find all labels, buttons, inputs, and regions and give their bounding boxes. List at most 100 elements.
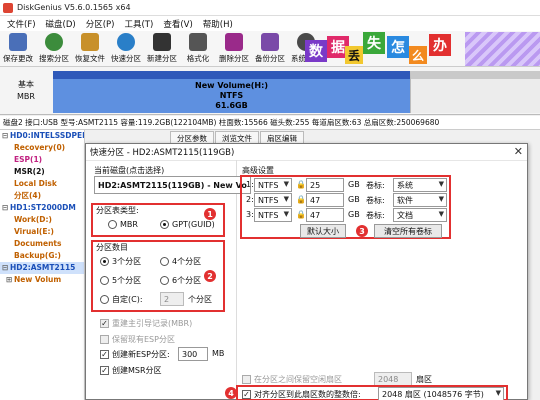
radio-circle [108, 220, 117, 229]
menu-help[interactable]: 帮助(H) [198, 18, 238, 30]
size-value: 47 [310, 210, 321, 220]
tree-item-partition4[interactable]: 分区(4) [0, 190, 84, 202]
clear-labels-button[interactable]: 清空所有卷标 [374, 224, 442, 238]
menu-partition[interactable]: 分区(P) [81, 18, 120, 30]
new-partition-button[interactable]: 新建分区 [144, 31, 180, 67]
recover-file-icon [81, 33, 99, 51]
tree-item-recovery[interactable]: Recovery(0) [0, 142, 84, 154]
quick-partition-button[interactable]: 快速分区 [108, 31, 144, 67]
lock-icon[interactable]: 🔒 [296, 210, 306, 220]
ad-char: 失 [363, 32, 385, 54]
count-6-radio[interactable]: 6个分区 [160, 275, 201, 286]
esp-size-unit: MB [212, 349, 225, 358]
tree-item-backup[interactable]: Backup(G:) [0, 250, 84, 262]
tree-item-documents[interactable]: Documents [0, 238, 84, 250]
mbr-radio[interactable]: MBR [108, 220, 138, 229]
close-icon[interactable]: ✕ [514, 145, 523, 158]
create-esp-checkbox[interactable]: ✓ 创建新ESP分区: [100, 349, 170, 360]
menu-disk[interactable]: 磁盘(D) [41, 18, 81, 30]
ad-char: 数 [305, 40, 327, 62]
chevron-down-icon: ▼ [283, 210, 289, 218]
menu-view[interactable]: 查看(V) [158, 18, 197, 30]
default-size-button[interactable]: 默认大小 [300, 224, 346, 238]
free-space-checkbox[interactable]: 在分区之间保留空闲扇区 [242, 374, 342, 385]
tree-item-local-disk[interactable]: Local Disk [0, 178, 84, 190]
fs-select-3[interactable]: NTFS ▼ [254, 208, 292, 222]
gpt-radio[interactable]: GPT(GUID) [160, 220, 215, 229]
recover-file-button[interactable]: 恢复文件 [72, 31, 108, 67]
app-logo-icon [3, 2, 13, 13]
backup-partition-button[interactable]: 备份分区 [252, 31, 288, 67]
collapse-icon[interactable]: ⊟ [2, 262, 10, 274]
format-button[interactable]: 格式化 [180, 31, 216, 67]
quick-partition-label: 快速分区 [111, 54, 141, 63]
volume-label-select-2[interactable]: 软件 ▼ [393, 193, 447, 207]
lock-icon[interactable]: 🔒 [296, 180, 306, 190]
tree-item-hd2[interactable]: ⊟ HD2:ASMT2115 [0, 262, 84, 274]
collapse-icon[interactable]: ⊟ [2, 130, 10, 142]
search-partition-label: 搜索分区 [39, 54, 69, 63]
current-disk-selector[interactable]: HD2:ASMT2115(119GB) - New Vo [94, 176, 251, 194]
rebuild-mbr-checkbox[interactable]: ✓ 重建主引导记录(MBR) [100, 318, 192, 329]
delete-partition-button[interactable]: 删除分区 [216, 31, 252, 67]
tree-item-virual[interactable]: Virual(E:) [0, 226, 84, 238]
size-value: 47 [310, 195, 321, 205]
align-checkbox[interactable]: ✓ 对齐分区到此扇区数的整数倍: [242, 389, 361, 400]
partition-table-label: 分区表类型: [96, 206, 139, 215]
esp-size-input[interactable]: 300 [178, 347, 208, 361]
expand-icon[interactable]: ⊞ [6, 274, 14, 286]
tree-item-label: HD1:ST2000DM [10, 203, 76, 212]
radio-circle [160, 257, 169, 266]
align-select[interactable]: 2048 扇区 (1048576 字节) ▼ [378, 387, 504, 400]
collapse-icon[interactable]: ⊟ [2, 202, 10, 214]
align-label: 对齐分区到此扇区数的整数倍: [254, 390, 361, 399]
tree-item-esp[interactable]: ESP(1) [0, 154, 84, 166]
disk-map-bar: 基本 MBR New Volume(H:) NTFS 61.6GB [0, 67, 540, 115]
volume-block[interactable]: New Volume(H:) NTFS 61.6GB [53, 71, 410, 113]
create-esp-label: 创建新ESP分区: [112, 350, 170, 359]
marker-3: 3 [356, 225, 368, 237]
search-partition-button[interactable]: 搜索分区 [36, 31, 72, 67]
tree-item-msr[interactable]: MSR(2) [0, 166, 84, 178]
lock-icon[interactable]: 🔒 [296, 195, 306, 205]
fs-select-1[interactable]: NTFS ▼ [254, 178, 292, 192]
count-radio-label: 6个分区 [172, 276, 202, 285]
dialog-title: 快速分区 - HD2:ASMT2115(119GB) [90, 148, 235, 158]
title-bar: DiskGenius V5.6.0.1565 x64 [0, 0, 540, 16]
radio-circle [100, 257, 109, 266]
create-msr-checkbox[interactable]: ✓ 创建MSR分区 [100, 365, 162, 376]
volume-label-select-1[interactable]: 系统 ▼ [393, 178, 447, 192]
menu-tools[interactable]: 工具(T) [119, 18, 158, 30]
tree-item-label: ESP(1) [14, 155, 43, 164]
checkbox-box [242, 375, 251, 384]
count-5-radio[interactable]: 5个分区 [100, 275, 141, 286]
size-input-2[interactable]: 47 [306, 193, 344, 207]
size-input-1[interactable]: 25 [306, 178, 344, 192]
ad-banner[interactable]: 数 据 丢 失 怎 么 办 [305, 32, 540, 66]
volume-label-caption: 卷标: [366, 196, 385, 205]
custom-count-unit: 个分区 [188, 295, 212, 304]
rebuild-mbr-label: 重建主引导记录(MBR) [112, 319, 193, 328]
free-space-input[interactable]: 2048 [374, 372, 412, 386]
custom-count-select[interactable]: 2 [160, 292, 184, 306]
partition-count-label: 分区数目 [96, 243, 128, 252]
tree-item-hd1[interactable]: ⊟ HD1:ST2000DM [0, 202, 84, 214]
format-label: 格式化 [186, 54, 210, 63]
save-button[interactable]: 保存更改 [0, 31, 36, 67]
count-4-radio[interactable]: 4个分区 [160, 256, 201, 267]
keep-esp-checkbox[interactable]: 保留现有ESP分区 [100, 334, 175, 345]
menu-file[interactable]: 文件(F) [2, 18, 41, 30]
tree-item-new-volume[interactable]: ⊞ New Volum [0, 274, 84, 286]
count-radio-label: 5个分区 [112, 276, 142, 285]
size-input-3[interactable]: 47 [306, 208, 344, 222]
volume-label-select-3[interactable]: 文档 ▼ [393, 208, 447, 222]
custom-count-radio[interactable]: 自定(C): [100, 294, 143, 305]
gpt-radio-label: GPT(GUID) [172, 220, 215, 229]
count-3-radio[interactable]: 3个分区 [100, 256, 141, 267]
fs-select-2[interactable]: NTFS ▼ [254, 193, 292, 207]
volume-label-value: 系统 [397, 180, 413, 190]
tree-item-hd0[interactable]: ⊟HD0:INTELSSDPEKKW256G8(238GB) [0, 130, 84, 142]
tree-item-work[interactable]: Work(D:) [0, 214, 84, 226]
format-icon [189, 33, 207, 51]
free-space-block[interactable] [410, 71, 540, 113]
